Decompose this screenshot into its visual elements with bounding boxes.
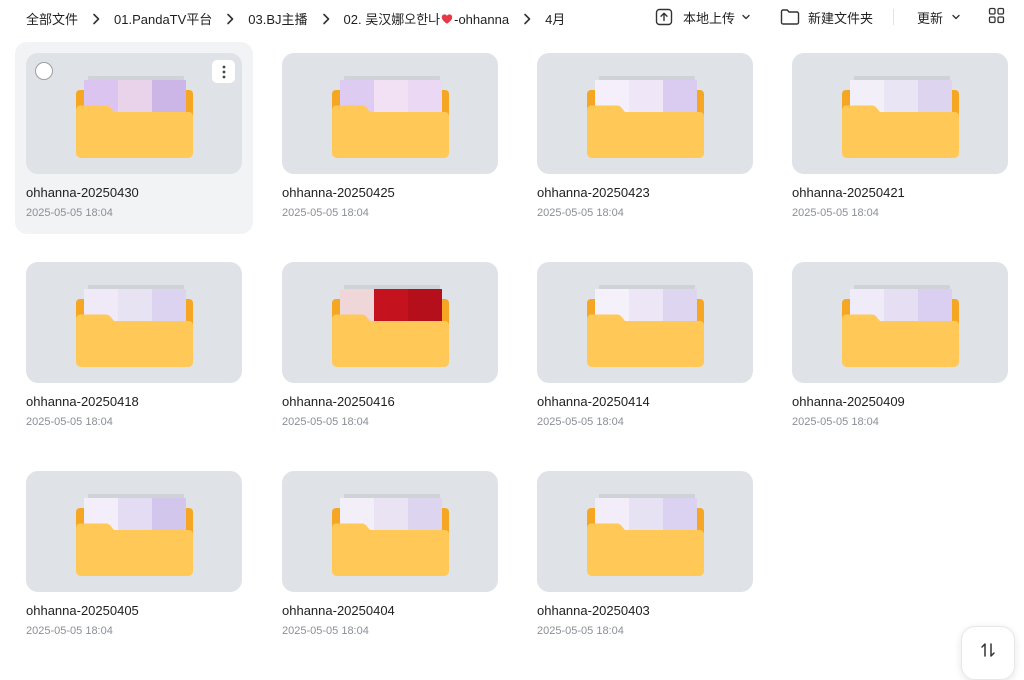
folder-card[interactable]: ohhanna-20250421 2025-05-05 18:04	[781, 42, 1019, 234]
sort-arrows-icon	[979, 641, 997, 664]
folder-icon	[842, 285, 959, 367]
chevron-down-icon	[951, 12, 961, 22]
folder-name[interactable]: ohhanna-20250404	[282, 603, 395, 618]
folder-card[interactable]: ohhanna-20250430 2025-05-05 18:04	[15, 42, 253, 234]
folder-date: 2025-05-05 18:04	[537, 625, 624, 637]
folder-card[interactable]: ohhanna-20250404 2025-05-05 18:04	[271, 460, 509, 652]
folder-name[interactable]: ohhanna-20250416	[282, 394, 395, 409]
folder-thumbnail[interactable]	[537, 53, 753, 174]
folder-icon	[76, 76, 193, 158]
breadcrumb-item-bj[interactable]: 03.BJ主播	[248, 9, 307, 28]
chevron-right-icon	[320, 12, 332, 26]
grid-view-icon	[988, 7, 1005, 27]
breadcrumb-item-ohhanna-suffix: -ohhanna	[454, 12, 510, 27]
folder-outline-icon	[780, 8, 800, 26]
toolbar-divider	[893, 9, 894, 25]
folder-thumbnail[interactable]	[792, 53, 1008, 174]
folder-card[interactable]: ohhanna-20250409 2025-05-05 18:04	[781, 251, 1019, 443]
folder-date: 2025-05-05 18:04	[282, 625, 369, 637]
folder-name[interactable]: ohhanna-20250430	[26, 185, 139, 200]
folder-card[interactable]: ohhanna-20250403 2025-05-05 18:04	[526, 460, 764, 652]
folder-icon	[587, 494, 704, 576]
folder-date: 2025-05-05 18:04	[26, 207, 113, 219]
folder-card[interactable]: ohhanna-20250416 2025-05-05 18:04	[271, 251, 509, 443]
folder-thumbnail[interactable]	[537, 471, 753, 592]
folder-card[interactable]: ohhanna-20250414 2025-05-05 18:04	[526, 251, 764, 443]
folder-thumbnail[interactable]	[26, 471, 242, 592]
breadcrumb-item-all-files[interactable]: 全部文件	[26, 9, 78, 28]
folder-date: 2025-05-05 18:04	[282, 207, 369, 219]
folder-name[interactable]: ohhanna-20250403	[537, 603, 650, 618]
chevron-down-icon	[741, 12, 751, 22]
breadcrumb-item-ohhanna[interactable]: 02. 吴汉娜오한나 -ohhanna	[344, 9, 510, 28]
folder-icon	[587, 76, 704, 158]
chevron-right-icon	[224, 12, 236, 26]
folder-thumbnail[interactable]	[282, 471, 498, 592]
more-vertical-icon	[222, 65, 225, 78]
breadcrumb: 全部文件 01.PandaTV平台 03.BJ主播 02. 吴汉娜오한나 -ohh…	[26, 9, 565, 28]
new-folder-label: 新建文件夹	[808, 10, 874, 26]
sort-fab-button[interactable]	[961, 626, 1015, 680]
folder-thumbnail[interactable]	[537, 262, 753, 383]
chevron-right-icon	[521, 12, 533, 26]
folder-thumbnail[interactable]	[26, 53, 242, 174]
folder-date: 2025-05-05 18:04	[537, 207, 624, 219]
folder-name[interactable]: ohhanna-20250421	[792, 185, 905, 200]
folder-icon	[332, 494, 449, 576]
upload-icon	[655, 8, 673, 26]
folder-name[interactable]: ohhanna-20250423	[537, 185, 650, 200]
chevron-right-icon	[90, 12, 102, 26]
sort-dropdown[interactable]: 更新	[917, 6, 961, 28]
upload-button[interactable]: 本地上传	[655, 6, 751, 28]
folder-name[interactable]: ohhanna-20250414	[537, 394, 650, 409]
folder-date: 2025-05-05 18:04	[792, 416, 879, 428]
folder-icon	[332, 285, 449, 367]
folder-date: 2025-05-05 18:04	[282, 416, 369, 428]
breadcrumb-item-ohhanna-label: 02. 吴汉娜오한나	[343, 12, 441, 27]
folder-name[interactable]: ohhanna-20250405	[26, 603, 139, 618]
view-toggle-button[interactable]	[988, 6, 1005, 28]
more-button[interactable]	[212, 60, 235, 83]
top-toolbar: 全部文件 01.PandaTV平台 03.BJ主播 02. 吴汉娜오한나 -ohh…	[0, 0, 1024, 36]
folder-card[interactable]: ohhanna-20250423 2025-05-05 18:04	[526, 42, 764, 234]
heart-icon	[441, 13, 453, 25]
folder-icon	[587, 285, 704, 367]
sort-label: 更新	[917, 10, 944, 26]
folder-icon	[76, 494, 193, 576]
folder-thumbnail[interactable]	[26, 262, 242, 383]
folder-thumbnail[interactable]	[282, 53, 498, 174]
select-checkbox[interactable]	[35, 62, 53, 80]
folder-name[interactable]: ohhanna-20250409	[792, 394, 905, 409]
folder-name[interactable]: ohhanna-20250425	[282, 185, 395, 200]
folder-icon	[76, 285, 193, 367]
new-folder-button[interactable]: 新建文件夹	[780, 6, 873, 28]
breadcrumb-item-april[interactable]: 4月	[545, 9, 565, 28]
folder-card[interactable]: ohhanna-20250418 2025-05-05 18:04	[15, 251, 253, 443]
folder-thumbnail[interactable]	[282, 262, 498, 383]
folder-icon	[842, 76, 959, 158]
folder-thumbnail[interactable]	[792, 262, 1008, 383]
folder-date: 2025-05-05 18:04	[537, 416, 624, 428]
upload-label: 本地上传	[683, 10, 736, 26]
folder-date: 2025-05-05 18:04	[26, 625, 113, 637]
folder-card[interactable]: ohhanna-20250405 2025-05-05 18:04	[15, 460, 253, 652]
folder-date: 2025-05-05 18:04	[26, 416, 113, 428]
folder-card[interactable]: ohhanna-20250425 2025-05-05 18:04	[271, 42, 509, 234]
folder-date: 2025-05-05 18:04	[792, 207, 879, 219]
breadcrumb-item-pandatv[interactable]: 01.PandaTV平台	[114, 9, 212, 28]
folder-icon	[332, 76, 449, 158]
folder-name[interactable]: ohhanna-20250418	[26, 394, 139, 409]
